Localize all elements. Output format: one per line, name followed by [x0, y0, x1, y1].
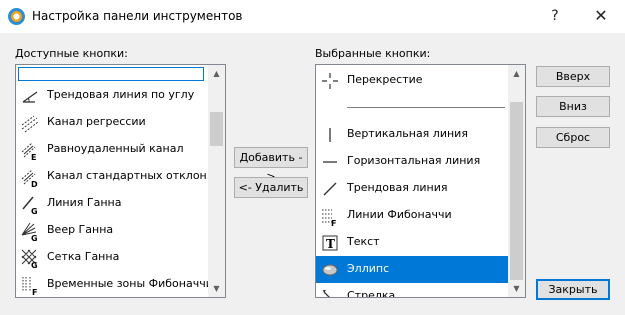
add-button[interactable]: Добавить -> [234, 147, 308, 183]
scroll-thumb[interactable] [210, 112, 223, 146]
svg-text:E: E [31, 153, 36, 160]
available-scrollbar[interactable]: ▲ ▼ [208, 65, 225, 297]
scroll-up-arrow-icon[interactable]: ▲ [208, 65, 225, 82]
svg-text:D: D [31, 180, 38, 187]
search-input[interactable] [19, 69, 203, 82]
trendline-icon [320, 179, 340, 199]
selected-item-label: Перекрестие [347, 73, 423, 86]
selected-list-item[interactable]: F Линии Фибоначчи [316, 202, 508, 229]
separator-line [347, 107, 505, 108]
selected-item-label: Линии Фибоначчи [347, 208, 452, 221]
svg-text:G: G [31, 261, 38, 268]
available-list-item[interactable]: Канал регрессии [16, 109, 208, 136]
selected-item-label: Горизонтальная линия [347, 154, 481, 167]
available-item-label: Линия Ганна [47, 196, 122, 209]
available-list-item[interactable]: E Равноудаленный канал [16, 136, 208, 163]
available-item-label: Канал регрессии [47, 115, 146, 128]
move-down-button[interactable]: Вниз [536, 96, 610, 117]
available-list-item[interactable]: D Канал стандартных отклон... [16, 163, 217, 190]
title-bar: Настройка панели инструментов ? ✕ [0, 0, 625, 33]
selected-item-label: Стрелка [347, 289, 396, 298]
selected-item-label: Трендовая линия [347, 181, 448, 194]
text-icon: T [320, 233, 340, 253]
gann-fan-icon: G [20, 221, 40, 241]
separator-item[interactable] [316, 94, 508, 121]
available-item-label: Канал стандартных отклон... [47, 169, 218, 182]
selected-buttons-list[interactable]: Перекрестие Вертикальная линия Горизонталь… [315, 64, 526, 298]
horizontal-line-icon [320, 152, 340, 172]
angle-trendline-icon [20, 86, 40, 106]
window-title: Настройка панели инструментов [32, 9, 243, 23]
arrow-icon [320, 287, 340, 297]
scroll-down-arrow-icon[interactable]: ▼ [208, 280, 225, 297]
selected-buttons-label: Выбранные кнопки: [315, 47, 431, 60]
close-window-button[interactable]: ✕ [579, 0, 623, 32]
scroll-thumb[interactable] [510, 102, 523, 280]
fibonacci-timezones-icon: F [20, 275, 40, 295]
available-list-item[interactable]: Трендовая линия по углу [16, 82, 208, 109]
selected-list-item[interactable]: Горизонтальная линия [316, 148, 508, 175]
gann-line-icon: G [20, 194, 40, 214]
available-item-label: Сетка Ганна [47, 250, 120, 263]
selected-list-item[interactable]: Трендовая линия [316, 175, 508, 202]
available-buttons-label: Доступные кнопки: [15, 47, 128, 60]
close-button[interactable]: Закрыть [536, 279, 610, 300]
available-item-label: Веер Ганна [47, 223, 114, 236]
vertical-line-icon [320, 125, 340, 145]
svg-text:G: G [31, 207, 38, 214]
available-list-item[interactable]: G Веер Ганна [16, 217, 208, 244]
fibonacci-lines-icon: F [320, 206, 340, 226]
regression-channel-icon [20, 113, 40, 133]
scroll-down-arrow-icon[interactable]: ▼ [508, 280, 525, 297]
crosshair-icon [320, 71, 340, 91]
svg-text:F: F [32, 288, 37, 295]
svg-text:G: G [31, 234, 38, 241]
move-up-button[interactable]: Вверх [536, 66, 610, 87]
selected-scrollbar[interactable]: ▲ ▼ [508, 65, 525, 297]
selected-list-item[interactable]: Эллипс [316, 256, 508, 283]
svg-text:F: F [331, 219, 336, 226]
selected-list-item[interactable]: Перекрестие [316, 67, 508, 94]
reset-button[interactable]: Сброс [536, 127, 610, 148]
available-item-label: Временные зоны Фибоначчи [47, 277, 213, 290]
remove-button[interactable]: <- Удалить [234, 177, 308, 198]
selected-list-item[interactable]: T Текст [316, 229, 508, 256]
selected-item-label: Текст [347, 235, 380, 248]
selected-item-label: Эллипс [347, 262, 390, 275]
available-item-label: Трендовая линия по углу [47, 88, 195, 101]
available-item-label: Равноудаленный канал [47, 142, 184, 155]
available-list-item[interactable]: G Сетка Ганна [16, 244, 208, 271]
equidistant-channel-icon: E [20, 140, 40, 160]
search-field[interactable] [18, 67, 204, 82]
stddev-channel-icon: D [20, 167, 40, 187]
available-list-item[interactable]: G Линия Ганна [16, 190, 208, 217]
selected-list-item[interactable]: Стрелка [316, 283, 508, 298]
app-logo-icon [8, 8, 25, 25]
ellipse-icon [320, 260, 340, 280]
help-button[interactable]: ? [533, 0, 577, 32]
selected-item-label: Вертикальная линия [347, 127, 468, 140]
available-buttons-list[interactable]: Трендовая линия по углу Канал регрессии E Р… [15, 64, 226, 298]
gann-grid-icon: G [20, 248, 40, 268]
selected-list-item[interactable]: Вертикальная линия [316, 121, 508, 148]
scroll-up-arrow-icon[interactable]: ▲ [508, 65, 525, 82]
svg-text:T: T [326, 237, 335, 251]
available-list-item[interactable]: F Временные зоны Фибоначчи [16, 271, 213, 297]
